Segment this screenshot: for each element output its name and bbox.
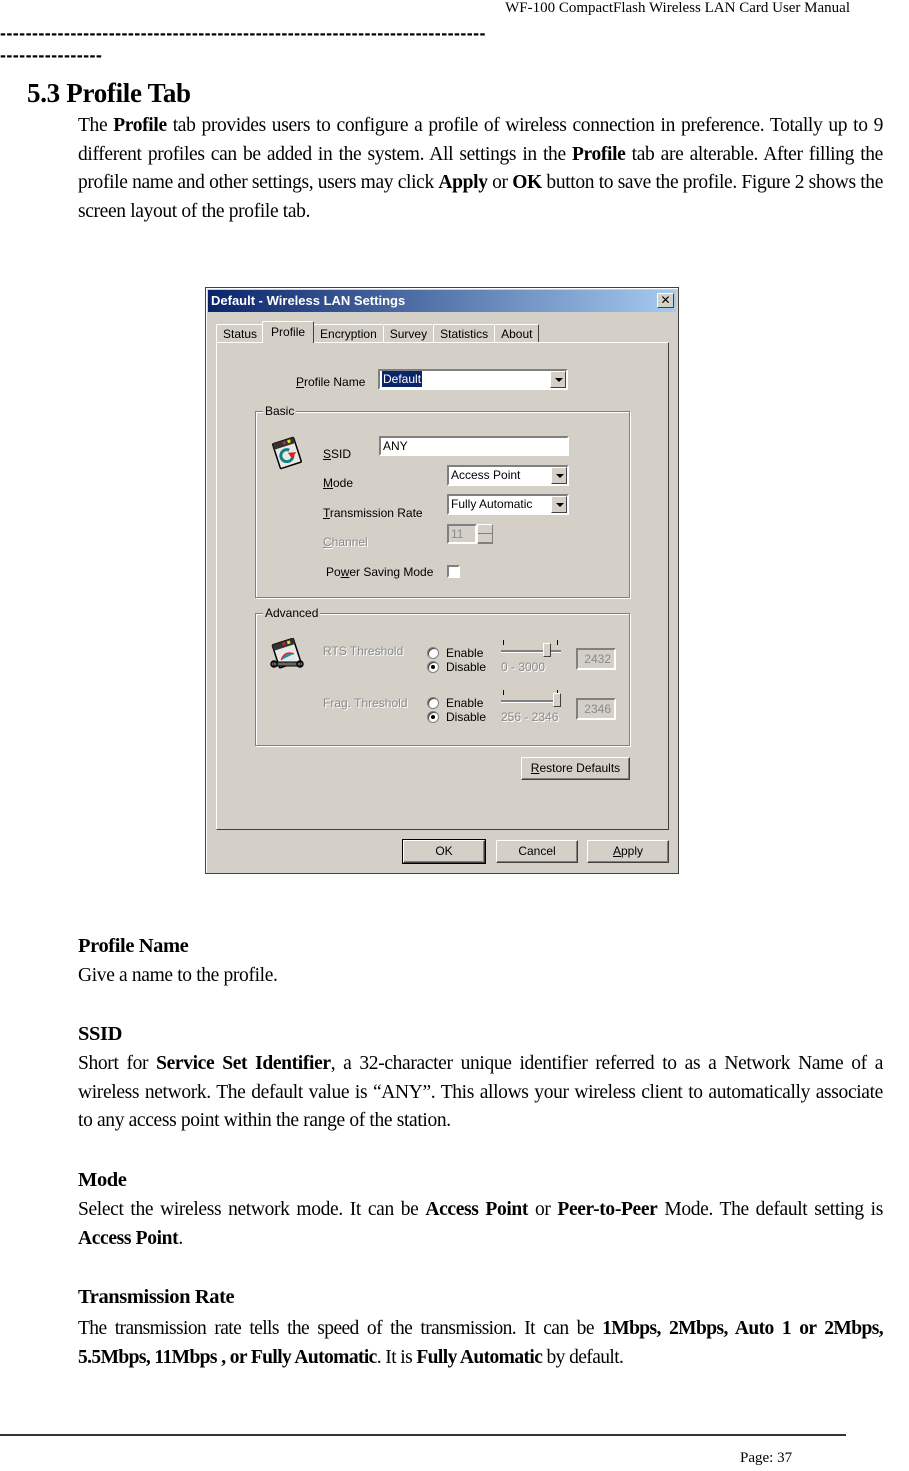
footer-rule	[0, 1434, 846, 1436]
frag-slider-thumb[interactable]	[553, 693, 561, 707]
basic-groupbox: Basic SSID ANY Mode Access Point Transmi…	[255, 404, 630, 598]
section-title: 5.3 Profile Tab	[27, 78, 191, 108]
tab-statistics[interactable]: Statistics	[433, 324, 496, 343]
frag-threshold-label: Frag. Threshold	[323, 696, 408, 710]
text-run: The	[78, 115, 114, 136]
intro-paragraph: The Profile tab provides users to config…	[78, 112, 883, 226]
dialog-titlebar[interactable]: Default - Wireless LAN Settings ✕	[208, 290, 676, 312]
rts-threshold-label: RTS Threshold	[323, 644, 404, 658]
frag-range-label: 256 - 2346	[501, 710, 559, 724]
frag-enable-radio[interactable]	[427, 697, 439, 709]
basic-group-title: Basic	[263, 404, 297, 418]
close-icon: ✕	[660, 293, 671, 307]
frag-enable-label: Enable	[446, 696, 484, 710]
rts-threshold-slider[interactable]	[501, 640, 561, 660]
spin-up-icon[interactable]	[478, 525, 492, 534]
advanced-groupbox: Advanced RTS Threshold Enable Disable 0 …	[255, 606, 630, 746]
tab-about[interactable]: About	[494, 324, 540, 343]
frag-disable-label: Disable	[446, 710, 487, 724]
tab-status[interactable]: Status	[216, 324, 265, 343]
channel-spinner[interactable]	[477, 524, 493, 544]
tab-survey[interactable]: Survey	[382, 324, 435, 343]
channel-input[interactable]: 11	[447, 524, 477, 544]
profile-tab-panel: Profile Name Default Basic SSID ANY Mode	[216, 342, 669, 830]
restore-defaults-button[interactable]: Restore Defaults	[521, 757, 630, 780]
close-button[interactable]: ✕	[657, 293, 674, 308]
dialog-title: Default - Wireless LAN Settings	[211, 293, 406, 308]
page-number: Page: 37	[740, 1450, 793, 1466]
text-run: or	[487, 172, 513, 193]
header-separator: ----------------------------------------…	[0, 24, 486, 42]
transmission-rate-combobox[interactable]: Fully Automatic	[447, 494, 569, 515]
tab-encryption[interactable]: Encryption	[313, 324, 384, 343]
network-card-icon	[272, 436, 302, 470]
profile-name-combobox[interactable]: Default	[378, 369, 568, 390]
rts-enable-radio[interactable]	[427, 647, 439, 659]
bold-term: Profile	[571, 143, 626, 165]
tab-profile[interactable]: Profile	[262, 321, 315, 343]
wireless-lan-settings-dialog: Default - Wireless LAN Settings ✕ Status…	[205, 287, 679, 874]
rts-enable-label: Enable	[446, 646, 484, 660]
tab-strip: Status Profile Encryption Survey Statist…	[216, 321, 540, 343]
profile-name-description: Give a name to the profile.	[78, 965, 278, 986]
power-saving-mode-label: Power Saving Mode	[326, 565, 434, 579]
profile-name-heading: Profile Name	[78, 935, 189, 957]
frag-threshold-slider[interactable]	[501, 690, 561, 710]
profile-name-label: Profile Name	[296, 375, 366, 389]
advanced-group-title: Advanced	[263, 606, 321, 620]
frag-disable-radio[interactable]	[427, 711, 439, 723]
transmission-rate-description: The transmission rate tells the speed of…	[78, 1318, 884, 1368]
cancel-button[interactable]: Cancel	[496, 840, 578, 863]
bold-term: Apply	[438, 172, 488, 193]
ssid-input[interactable]: ANY	[379, 436, 569, 456]
bold-term: OK	[512, 172, 542, 193]
network-card-tools-icon	[270, 638, 304, 669]
chevron-down-icon[interactable]	[550, 371, 566, 388]
ssid-label: SSID	[323, 447, 352, 461]
document-header-title: WF-100 CompactFlash Wireless LAN Card Us…	[505, 0, 850, 16]
mode-combobox[interactable]: Access Point	[447, 465, 569, 486]
spin-down-icon[interactable]	[478, 534, 492, 543]
mode-label: Mode	[323, 476, 354, 490]
header-separator-continuation: ----------------	[0, 46, 103, 64]
chevron-down-icon[interactable]	[551, 496, 567, 513]
channel-label: Channel	[323, 535, 368, 549]
rts-disable-label: Disable	[446, 660, 487, 674]
mode-heading: Mode	[78, 1169, 127, 1191]
ssid-heading: SSID	[78, 1023, 122, 1045]
rts-threshold-value[interactable]: 2432	[576, 648, 616, 670]
transmission-rate-heading: Transmission Rate	[78, 1286, 235, 1308]
apply-button[interactable]: Apply	[587, 840, 669, 863]
chevron-down-icon[interactable]	[551, 467, 567, 484]
rts-slider-thumb[interactable]	[543, 643, 551, 657]
rts-range-label: 0 - 3000	[501, 660, 546, 674]
frag-threshold-value[interactable]: 2346	[576, 698, 616, 720]
mode-value: Access Point	[451, 468, 521, 482]
transmission-rate-value: Fully Automatic	[451, 497, 533, 511]
ok-button[interactable]: OK	[402, 839, 486, 864]
mode-description: Select the wireless network mode. It can…	[78, 1199, 883, 1249]
ssid-description: Short for Service Set Identifier, a 32-c…	[78, 1053, 884, 1131]
transmission-rate-label: Transmission Rate	[323, 506, 423, 520]
bold-term: Profile	[113, 115, 167, 136]
rts-disable-radio[interactable]	[427, 661, 439, 673]
power-saving-mode-checkbox[interactable]	[447, 565, 460, 578]
profile-name-value: Default	[382, 371, 423, 387]
